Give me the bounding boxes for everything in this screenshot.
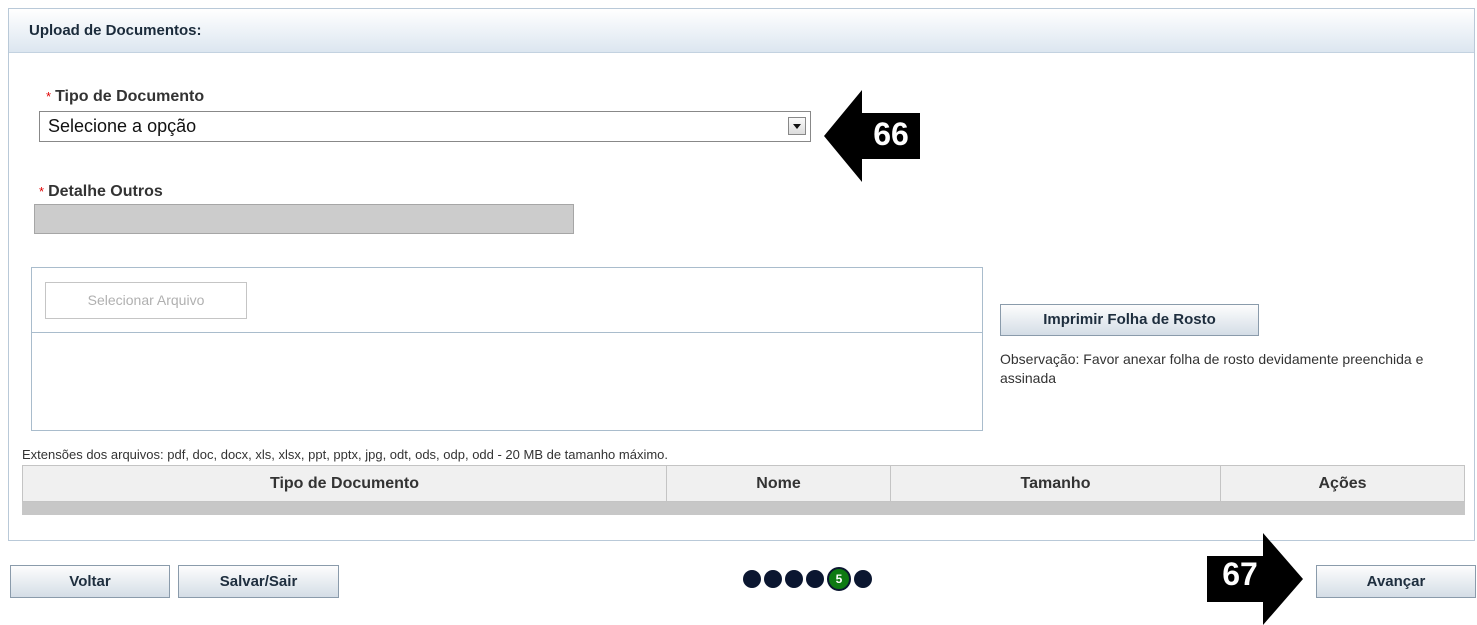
documents-table-header: Tipo de Documento Nome Tamanho Ações: [22, 465, 1465, 502]
step-dot: [764, 570, 782, 588]
observation-note: Observação: Favor anexar folha de rosto …: [1000, 351, 1424, 386]
back-button[interactable]: Voltar: [10, 565, 170, 598]
detalhe-outros-label: * Detalhe Outros: [39, 183, 163, 200]
upload-area[interactable]: Selecionar Arquivo: [31, 267, 983, 431]
required-mark: *: [39, 184, 45, 199]
column-header-nome: Nome: [667, 466, 891, 501]
documents-table-body: [22, 502, 1465, 515]
step-dot: [854, 570, 872, 588]
step-dot: [806, 570, 824, 588]
detalhe-outros-input: [34, 204, 574, 234]
column-header-tamanho: Tamanho: [891, 466, 1221, 501]
print-cover-sheet-button[interactable]: Imprimir Folha de Rosto: [1000, 304, 1259, 336]
tipo-documento-label: * Tipo de Documento: [46, 88, 205, 105]
allowed-extensions-text: Extensões dos arquivos: pdf, doc, docx, …: [22, 447, 669, 462]
chevron-down-icon[interactable]: [788, 117, 806, 135]
tipo-documento-value: Selecione a opção: [48, 116, 197, 136]
next-button[interactable]: Avançar: [1316, 565, 1476, 598]
column-header-tipo: Tipo de Documento: [23, 466, 667, 501]
annotation-label-67: 67: [1222, 556, 1258, 592]
upload-divider: [32, 332, 982, 333]
current-step-dot: 5: [827, 567, 851, 591]
step-dot: [785, 570, 803, 588]
annotation-label-66: 66: [873, 116, 909, 152]
required-mark: *: [46, 89, 52, 104]
save-exit-button[interactable]: Salvar/Sair: [178, 565, 339, 598]
select-file-button[interactable]: Selecionar Arquivo: [45, 282, 247, 319]
step-dot: [743, 570, 761, 588]
column-header-acoes: Ações: [1318, 475, 1367, 492]
panel-title: Upload de Documentos:: [9, 9, 1474, 53]
step-indicator: 5: [743, 567, 872, 591]
tipo-documento-select[interactable]: Selecione a opção: [39, 111, 811, 142]
